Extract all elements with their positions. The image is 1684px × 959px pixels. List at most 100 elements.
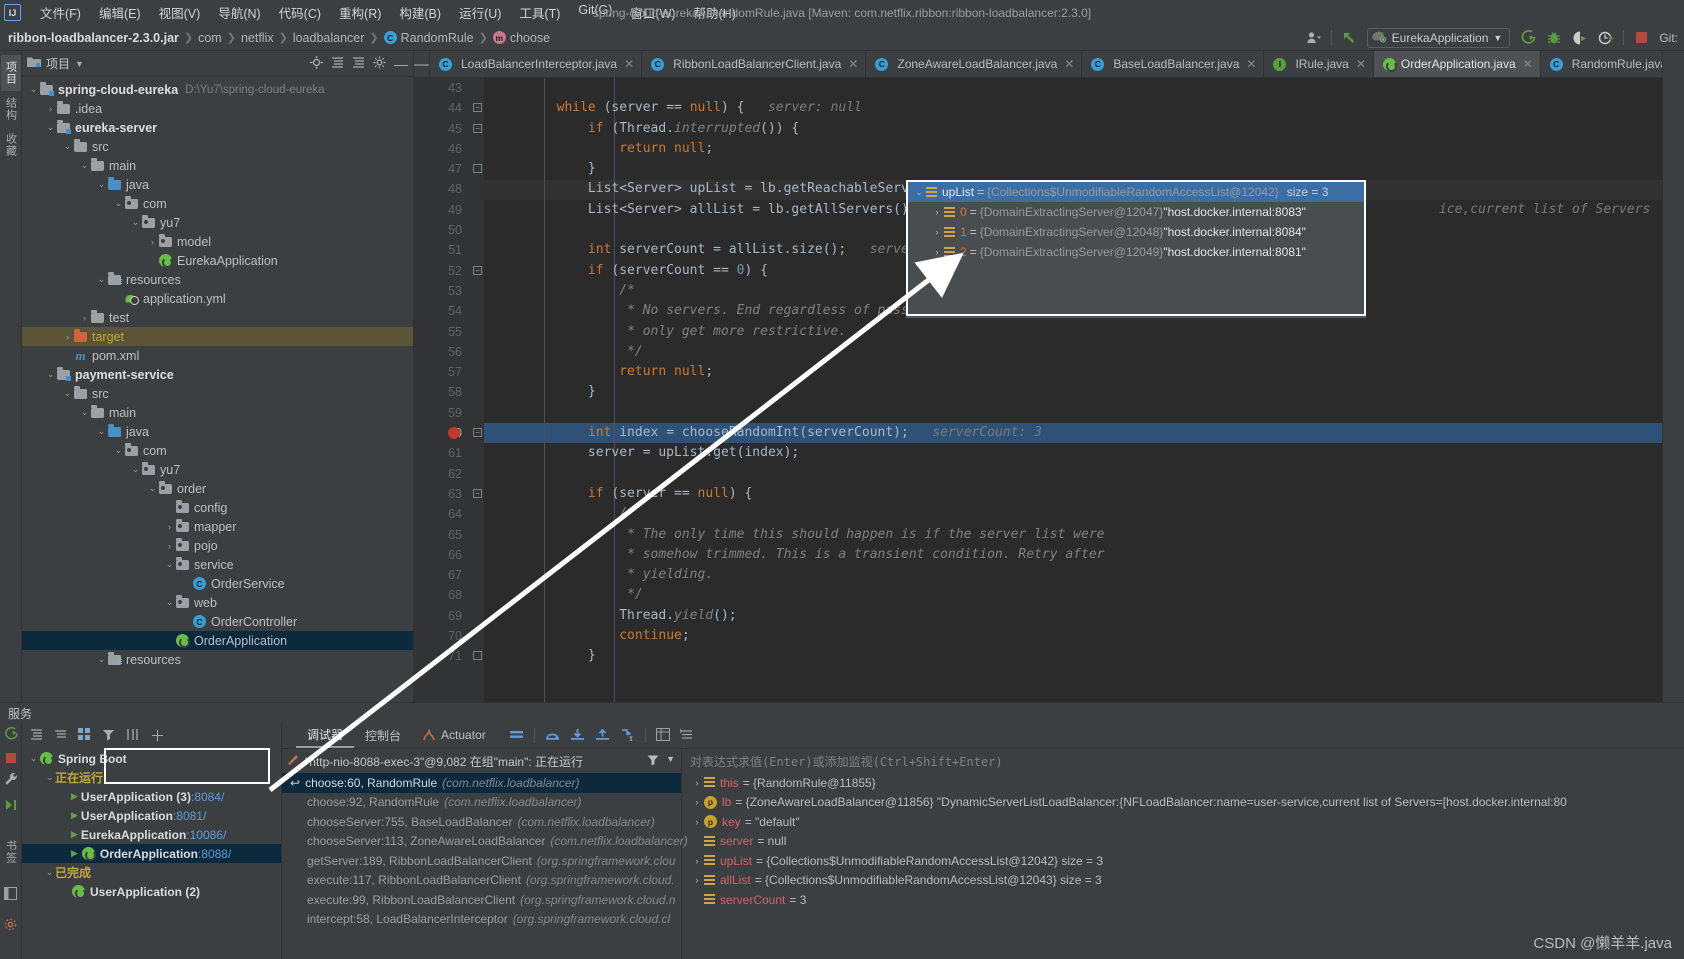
code-fold-marker-45[interactable]: − bbox=[473, 123, 482, 133]
menu-item-0[interactable]: 文件(F) bbox=[31, 1, 90, 24]
debugger-tab-2[interactable]: Actuator bbox=[412, 725, 497, 747]
tree-node-28[interactable]: C OrderController bbox=[22, 612, 413, 631]
tree-node-26[interactable]: C OrderService bbox=[22, 574, 413, 593]
chevron-down-icon[interactable]: ⌄ bbox=[28, 84, 39, 95]
tree-node-9[interactable]: EurekaApplication bbox=[22, 251, 413, 270]
user-icon[interactable] bbox=[1305, 29, 1322, 46]
chevron-down-icon[interactable]: ⌄ bbox=[113, 198, 124, 209]
chevron-down-icon[interactable]: ▼ bbox=[666, 754, 675, 769]
run-icon[interactable] bbox=[1519, 29, 1536, 46]
chevron-right-icon[interactable]: › bbox=[930, 207, 944, 217]
code-fold-gutter[interactable]: − − − − − bbox=[470, 78, 484, 702]
chevron-right-icon[interactable]: › bbox=[62, 332, 73, 342]
chevron-down-icon[interactable]: ⌄ bbox=[96, 654, 107, 665]
rail-tab-favorites[interactable]: 收藏 bbox=[1, 127, 21, 163]
close-icon[interactable]: ✕ bbox=[1246, 57, 1256, 71]
breadcrumb-item-2[interactable]: netflix bbox=[241, 31, 274, 45]
chevron-down-icon[interactable]: ⌄ bbox=[45, 122, 56, 133]
add-icon[interactable]: ＋ bbox=[150, 729, 165, 744]
chevron-right-icon[interactable]: › bbox=[690, 797, 704, 807]
popup-variable-row-2[interactable]: › 1 = {DomainExtractingServer@12048} "host.… bbox=[908, 222, 1364, 242]
menu-item-7[interactable]: 运行(U) bbox=[450, 1, 510, 24]
chevron-right-icon[interactable]: › bbox=[164, 541, 175, 551]
tree-node-23[interactable]: › mapper bbox=[22, 517, 413, 536]
breadcrumb-item-3[interactable]: loadbalancer bbox=[293, 31, 365, 45]
variable-row-3[interactable]: server = null bbox=[682, 832, 1684, 852]
breadcrumb-item-0[interactable]: ribbon-loadbalancer-2.3.0.jar bbox=[8, 31, 179, 45]
back-arrow-icon[interactable] bbox=[1341, 29, 1358, 46]
expand-all-icon[interactable] bbox=[331, 56, 344, 72]
close-icon[interactable]: ✕ bbox=[848, 57, 858, 71]
editor-tab-2[interactable]: C ZoneAwareLoadBalancer.java ✕ bbox=[865, 51, 1081, 77]
breadcrumb-item-1[interactable]: com bbox=[198, 31, 222, 45]
git-label[interactable]: Git: bbox=[1659, 31, 1678, 45]
menu-item-3[interactable]: 导航(N) bbox=[209, 1, 269, 24]
tree-node-15[interactable]: ⌄ payment-service bbox=[22, 365, 413, 384]
editor-tab-4[interactable]: I IRule.java ✕ bbox=[1263, 51, 1372, 77]
chevron-down-icon[interactable]: ⌄ bbox=[912, 187, 926, 198]
chevron-right-icon[interactable]: › bbox=[930, 247, 944, 257]
popup-variable-row-0[interactable]: ⌄ upList = {Collections$UnmodifiableRandomA… bbox=[908, 182, 1364, 202]
debugger-tab-1[interactable]: 控制台 bbox=[354, 724, 412, 747]
service-row-0[interactable]: ⌄ 正在运行 bbox=[22, 768, 281, 787]
chevron-down-icon[interactable]: ⌄ bbox=[96, 179, 107, 190]
tree-node-1[interactable]: › .idea bbox=[22, 99, 413, 118]
project-tree[interactable]: ⌄ spring-cloud-eureka D:\Yu7\spring-cloud-… bbox=[22, 77, 413, 702]
chevron-right-icon[interactable]: › bbox=[690, 778, 704, 788]
stack-frame-5[interactable]: execute:117, RibbonLoadBalancerClient (or… bbox=[282, 871, 681, 891]
hide-icon[interactable]: — bbox=[394, 57, 408, 71]
menu-item-8[interactable]: 工具(T) bbox=[510, 1, 569, 24]
tree-node-10[interactable]: ⌄ resources bbox=[22, 270, 413, 289]
menu-item-4[interactable]: 代码(C) bbox=[270, 1, 330, 24]
chevron-down-icon[interactable]: ⌄ bbox=[79, 407, 90, 418]
tree-node-27[interactable]: ⌄ web bbox=[22, 593, 413, 612]
chevron-right-icon[interactable]: › bbox=[45, 104, 56, 114]
chevron-down-icon[interactable]: ⌄ bbox=[28, 753, 39, 764]
chevron-right-icon[interactable]: › bbox=[930, 227, 944, 237]
service-port-link[interactable]: :8081/ bbox=[173, 809, 206, 823]
service-row-1[interactable]: ▶ UserApplication (3):8084/ bbox=[22, 787, 281, 806]
step-out-icon[interactable] bbox=[595, 728, 610, 744]
coverage-icon[interactable] bbox=[1571, 29, 1588, 46]
variable-row-5[interactable]: › allList = {Collections$UnmodifiableRando… bbox=[682, 871, 1684, 891]
stack-frame-7[interactable]: intercept:58, LoadBalancerInterceptor (or… bbox=[282, 910, 681, 930]
debugger-tab-0[interactable]: 调试器 bbox=[296, 723, 355, 748]
layout-settings-icon[interactable] bbox=[679, 728, 694, 744]
tree-node-20[interactable]: ⌄ yu7 bbox=[22, 460, 413, 479]
service-row-4[interactable]: ▶ OrderApplication:8088/ bbox=[22, 844, 281, 863]
layout-icon[interactable] bbox=[4, 887, 17, 903]
tree-node-29[interactable]: OrderApplication bbox=[22, 631, 413, 650]
group-icon[interactable] bbox=[78, 728, 91, 744]
tree-node-19[interactable]: ⌄ com bbox=[22, 441, 413, 460]
locate-icon[interactable] bbox=[310, 55, 323, 72]
menu-item-2[interactable]: 视图(V) bbox=[150, 1, 210, 24]
close-icon[interactable]: ✕ bbox=[1356, 57, 1366, 71]
menu-item-11[interactable]: 帮助(H) bbox=[685, 1, 745, 24]
evaluate-icon[interactable] bbox=[655, 727, 670, 744]
chevron-down-icon[interactable]: ⌄ bbox=[147, 483, 158, 494]
rail-tab-structure[interactable]: 结构 bbox=[1, 91, 21, 127]
close-icon[interactable]: ✕ bbox=[1523, 57, 1533, 71]
chevron-down-icon[interactable]: ⌄ bbox=[44, 867, 55, 878]
debug-value-popup[interactable]: ⌄ upList = {Collections$UnmodifiableRandomA… bbox=[906, 180, 1366, 316]
code-fold-marker-52[interactable]: − bbox=[473, 265, 482, 275]
stop-square-icon[interactable] bbox=[5, 753, 16, 763]
breadcrumb-item-5[interactable]: m choose bbox=[492, 31, 550, 45]
breadcrumb-item-4[interactable]: C RandomRule bbox=[383, 31, 474, 45]
tree-node-8[interactable]: › model bbox=[22, 232, 413, 251]
chevron-right-icon[interactable]: › bbox=[164, 522, 175, 532]
service-row-2[interactable]: ▶ UserApplication:8081/ bbox=[22, 806, 281, 825]
chevron-down-icon[interactable]: ⌄ bbox=[130, 464, 141, 475]
stack-frame-1[interactable]: choose:92, RandomRule (com.netflix.loadba… bbox=[282, 793, 681, 813]
service-row-3[interactable]: ▶ EurekaApplication:10086/ bbox=[22, 825, 281, 844]
tree-node-11[interactable]: application.yml bbox=[22, 289, 413, 308]
chevron-down-icon[interactable]: ⌄ bbox=[96, 274, 107, 285]
breakpoint-icon[interactable] bbox=[448, 427, 460, 440]
tree-node-22[interactable]: config bbox=[22, 498, 413, 517]
tree-node-7[interactable]: ⌄ yu7 bbox=[22, 213, 413, 232]
debug-icon[interactable] bbox=[1545, 29, 1562, 46]
menu-item-10[interactable]: 窗口(W) bbox=[621, 1, 684, 24]
run-configuration-selector[interactable]: EurekaApplication ▼ bbox=[1366, 27, 1511, 48]
stack-frame-3[interactable]: chooseServer:113, ZoneAwareLoadBalancer (… bbox=[282, 832, 688, 852]
service-row-5[interactable]: ⌄ 已完成 bbox=[22, 863, 281, 882]
